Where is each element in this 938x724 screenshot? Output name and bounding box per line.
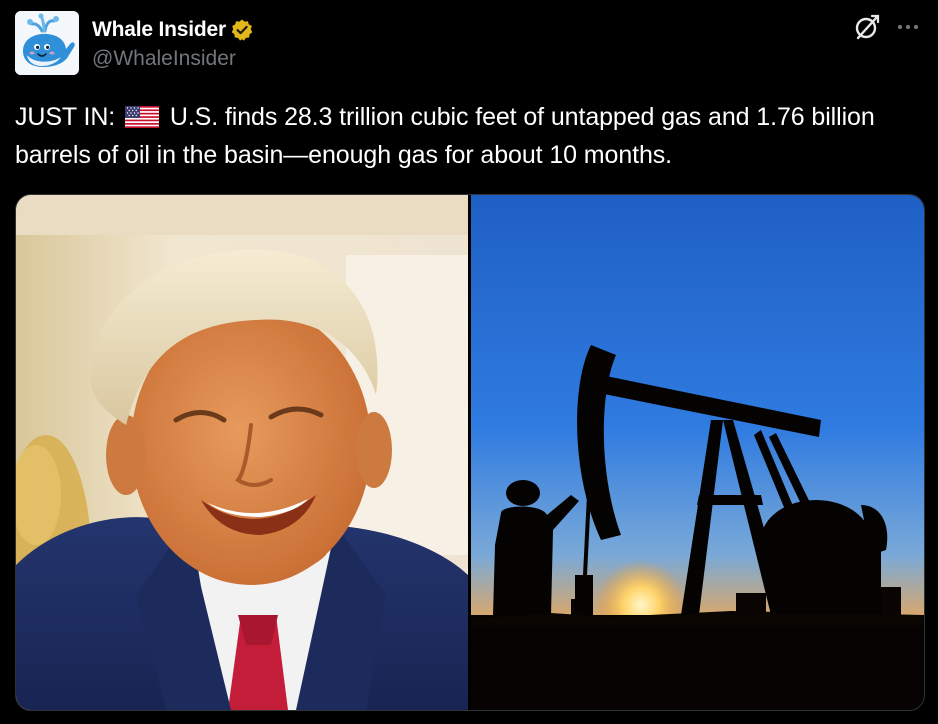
author-block: Whale Insider @WhaleInsider (92, 15, 254, 71)
display-name[interactable]: Whale Insider (92, 18, 226, 42)
media-grid (15, 194, 925, 711)
media-photo-portrait[interactable] (16, 195, 468, 710)
post-text: JUST IN: U.S. finds 28.3 trillion cubic … (15, 98, 915, 174)
avatar[interactable] (15, 11, 79, 75)
post-header: Whale Insider @WhaleInsider (15, 11, 923, 77)
pumpjack-photo (471, 195, 924, 710)
display-name-row: Whale Insider (92, 15, 254, 45)
whale-icon (15, 11, 79, 75)
post-card: Whale Insider @WhaleInsider JUST IN: U.S… (0, 0, 938, 724)
post-prefix: JUST IN: (15, 103, 116, 131)
handle[interactable]: @WhaleInsider (92, 47, 254, 71)
more-icon[interactable] (893, 13, 923, 41)
media-photo-pumpjack[interactable] (471, 195, 924, 710)
verified-badge-icon[interactable] (230, 18, 254, 42)
us-flag-icon (125, 106, 159, 128)
header-actions (853, 13, 923, 41)
portrait-photo (16, 195, 468, 710)
grok-icon[interactable] (853, 13, 881, 41)
